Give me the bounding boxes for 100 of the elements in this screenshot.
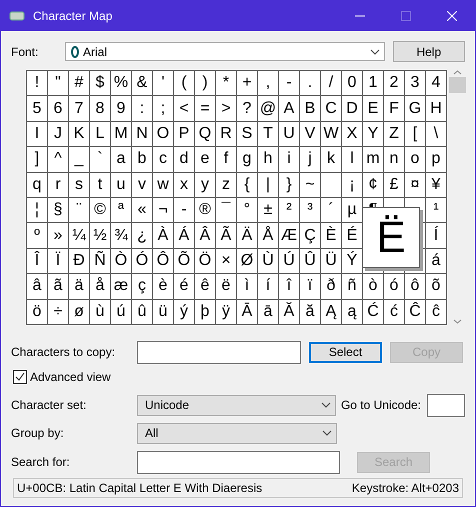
character-cell[interactable]: D	[342, 96, 363, 122]
character-cell[interactable]: s	[69, 172, 90, 198]
character-cell[interactable]: À	[153, 223, 174, 249]
character-cell[interactable]: G	[405, 96, 426, 122]
character-cell[interactable]: Ò	[111, 248, 132, 274]
character-cell[interactable]: A	[279, 96, 300, 122]
character-cell[interactable]: î	[279, 274, 300, 300]
character-cell[interactable]: '	[153, 71, 174, 96]
character-cell[interactable]: Ô	[153, 248, 174, 274]
character-cell[interactable]: ç	[132, 274, 153, 300]
character-cell[interactable]: Â	[195, 223, 216, 249]
character-cell[interactable]: |	[258, 172, 279, 198]
character-cell[interactable]: ø	[69, 300, 90, 325]
character-cell[interactable]: 9	[111, 96, 132, 122]
character-cell[interactable]: :	[132, 96, 153, 122]
group-by-dropdown[interactable]: All	[137, 422, 337, 444]
character-cell[interactable]: ^	[48, 147, 69, 173]
advanced-view-checkbox[interactable]	[13, 370, 27, 384]
character-cell[interactable]: 7	[69, 96, 90, 122]
character-cell[interactable]: U	[279, 122, 300, 148]
search-field[interactable]	[137, 450, 340, 474]
character-cell[interactable]: `	[90, 147, 111, 173]
character-cell[interactable]: z	[216, 172, 237, 198]
character-cell[interactable]: Y	[363, 122, 384, 148]
character-cell[interactable]: ¾	[111, 223, 132, 249]
character-cell[interactable]: e	[195, 147, 216, 173]
character-cell[interactable]: Ĉ	[405, 300, 426, 325]
character-cell[interactable]: P	[174, 122, 195, 148]
character-cell[interactable]: Ð	[69, 248, 90, 274]
character-cell[interactable]: +	[237, 71, 258, 96]
character-cell[interactable]: /	[321, 71, 342, 96]
character-cell[interactable]: 4	[426, 71, 447, 96]
character-cell[interactable]: @	[258, 96, 279, 122]
character-cell[interactable]: ~	[300, 172, 321, 198]
character-cell[interactable]: b	[132, 147, 153, 173]
character-cell[interactable]: 8	[90, 96, 111, 122]
character-cell[interactable]: Î	[27, 248, 48, 274]
character-cell[interactable]: -	[174, 198, 195, 224]
character-cell[interactable]: ;	[153, 96, 174, 122]
character-cell[interactable]: ú	[111, 300, 132, 325]
character-cell[interactable]: ©	[90, 198, 111, 224]
character-cell[interactable]: ±	[258, 198, 279, 224]
character-cell[interactable]: \	[426, 122, 447, 148]
character-cell[interactable]: N	[132, 122, 153, 148]
character-cell[interactable]: Í	[426, 223, 447, 249]
character-cell[interactable]: è	[153, 274, 174, 300]
character-cell[interactable]: $	[90, 71, 111, 96]
character-cell[interactable]: ÷	[48, 300, 69, 325]
character-cell[interactable]: ĉ	[426, 300, 447, 325]
character-cell[interactable]: i	[279, 147, 300, 173]
character-cell[interactable]: ½	[90, 223, 111, 249]
character-cell[interactable]: å	[90, 274, 111, 300]
character-cell[interactable]: {	[237, 172, 258, 198]
character-cell[interactable]: <	[174, 96, 195, 122]
character-cell[interactable]: .	[300, 71, 321, 96]
character-cell[interactable]: æ	[111, 274, 132, 300]
character-cell[interactable]: ¹	[426, 198, 447, 224]
character-cell[interactable]: x	[174, 172, 195, 198]
character-cell[interactable]: Ü	[321, 248, 342, 274]
character-cell[interactable]: ®	[195, 198, 216, 224]
character-cell[interactable]: »	[48, 223, 69, 249]
character-cell[interactable]: ò	[363, 274, 384, 300]
character-cell[interactable]: Ä	[237, 223, 258, 249]
character-cell[interactable]: J	[48, 122, 69, 148]
character-cell[interactable]: T	[258, 122, 279, 148]
character-cell[interactable]: ä	[69, 274, 90, 300]
character-cell[interactable]: û	[132, 300, 153, 325]
character-cell[interactable]: 0	[342, 71, 363, 96]
character-cell[interactable]: v	[132, 172, 153, 198]
character-cell[interactable]: y	[195, 172, 216, 198]
character-cell[interactable]: ¦	[27, 198, 48, 224]
select-button[interactable]: Select	[309, 342, 382, 363]
help-button[interactable]: Help	[392, 41, 465, 62]
character-cell[interactable]: §	[48, 198, 69, 224]
character-cell[interactable]: Á	[174, 223, 195, 249]
character-cell[interactable]: m	[363, 147, 384, 173]
character-cell[interactable]: ¤	[405, 172, 426, 198]
character-cell[interactable]: ¢	[363, 172, 384, 198]
character-cell[interactable]: ¥	[426, 172, 447, 198]
character-cell[interactable]: ¨	[69, 198, 90, 224]
character-cell[interactable]: Ă	[279, 300, 300, 325]
character-cell[interactable]: Ó	[132, 248, 153, 274]
go-to-unicode-field[interactable]	[427, 394, 465, 417]
character-cell[interactable]: n	[384, 147, 405, 173]
character-cell[interactable]: l	[342, 147, 363, 173]
character-cell[interactable]: 2	[384, 71, 405, 96]
character-cell[interactable]: K	[69, 122, 90, 148]
scroll-down-icon[interactable]	[453, 319, 462, 324]
character-cell[interactable]: 3	[405, 71, 426, 96]
character-cell[interactable]: I	[27, 122, 48, 148]
character-cell[interactable]: >	[216, 96, 237, 122]
character-cell[interactable]: [	[405, 122, 426, 148]
character-cell[interactable]: )	[195, 71, 216, 96]
character-cell[interactable]: ª	[111, 198, 132, 224]
character-cell[interactable]: ì	[237, 274, 258, 300]
character-cell[interactable]: j	[300, 147, 321, 173]
character-cell[interactable]: Ï	[48, 248, 69, 274]
character-cell[interactable]: ô	[405, 274, 426, 300]
character-cell[interactable]: Ø	[237, 248, 258, 274]
character-cell[interactable]: ý	[174, 300, 195, 325]
